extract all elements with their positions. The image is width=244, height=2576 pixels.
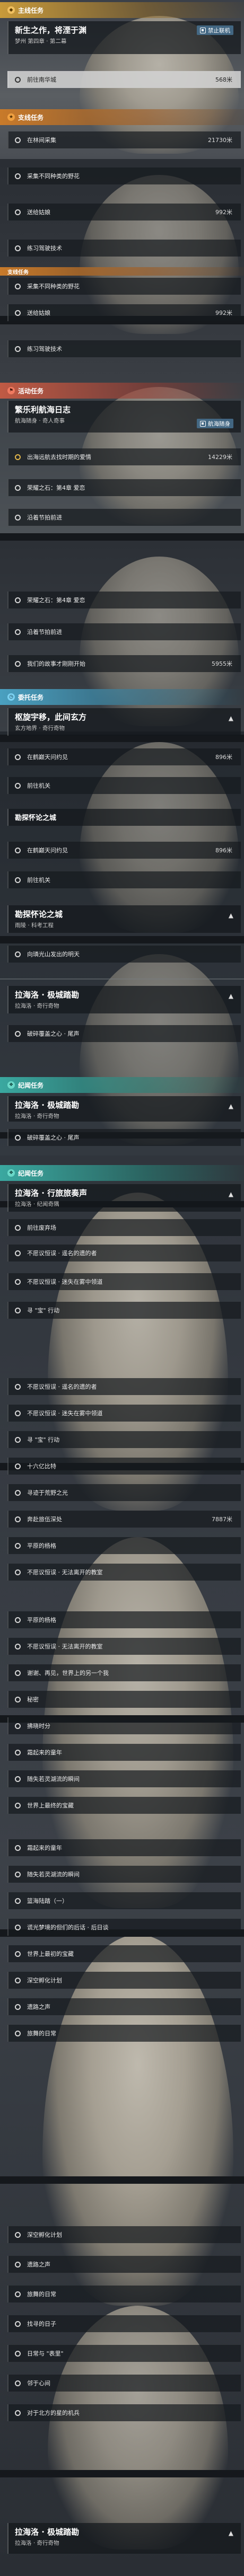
category-title-side: 支线任务 bbox=[18, 113, 44, 121]
quest-step[interactable]: 秘密 bbox=[7, 1691, 241, 1708]
category-header-legend[interactable]: ❖ 纪闻任务 bbox=[0, 1077, 244, 1093]
quest-header-city[interactable]: 勘探怀论之城 雨陵 · 科考工程 ▲ bbox=[7, 905, 241, 933]
chevron-up-icon[interactable]: ▲ bbox=[229, 992, 233, 1000]
voyage-badge: 航海随身 bbox=[197, 419, 233, 428]
quest-step[interactable]: 拂晓时分 bbox=[7, 1717, 241, 1734]
quest-step[interactable]: 采集不同种类的野花 bbox=[7, 278, 241, 295]
quest-step[interactable]: 世界上最初的宝藏 bbox=[7, 1945, 241, 1962]
book-icon: ❖ bbox=[7, 1081, 15, 1089]
quest-step[interactable]: 在林间采集 21730米 bbox=[7, 131, 241, 148]
quest-step[interactable]: 霜起来的童年 bbox=[7, 1839, 241, 1856]
category-header-event[interactable]: ⚑ 活动任务 bbox=[0, 383, 244, 399]
quest-step[interactable]: 寻迹于荒野之光 bbox=[7, 1484, 241, 1501]
quest-step[interactable]: 不愿议恒误 · 遥名的遗的者 bbox=[7, 1378, 241, 1395]
quest-step[interactable]: 奔赴旅伍深处 7887米 bbox=[7, 1511, 241, 1528]
quest-step[interactable]: 采集不同种类的野花 bbox=[7, 167, 241, 184]
quest-step[interactable]: 不愿议恒误 · 无法离开的教室 bbox=[7, 1638, 241, 1655]
quest-step[interactable]: 荣耀之石：第4章 爱恋 bbox=[7, 479, 241, 496]
quest-step[interactable]: 练习驾驶技术 bbox=[7, 340, 241, 357]
quest-step[interactable]: 旅舞的日常 bbox=[7, 2286, 241, 2302]
step-distance: 568米 bbox=[215, 76, 232, 83]
quest-step[interactable]: 寻 "宝" 行动 bbox=[7, 1302, 241, 1319]
quest-step[interactable]: 深空孵化计划 bbox=[7, 1972, 241, 1989]
quest-step[interactable]: 沿着节拍前进 bbox=[7, 623, 241, 640]
book-icon: ❖ bbox=[7, 1169, 15, 1177]
quest-step-selected[interactable]: 前往南华城 568米 bbox=[7, 71, 241, 88]
chevron-up-icon[interactable]: ▲ bbox=[229, 1190, 233, 1198]
quest-step[interactable]: 不愿议恒误 · 无法离开的教室 bbox=[7, 1564, 241, 1581]
quest-step[interactable]: 寻 "宝" 行动 bbox=[7, 1431, 241, 1448]
quest-step[interactable]: 向璘光山发出的明天 bbox=[7, 946, 241, 963]
divider bbox=[0, 978, 244, 980]
category-header-main[interactable]: ◆ 主线任务 bbox=[0, 2, 244, 18]
ship-icon bbox=[200, 420, 206, 427]
quest-step[interactable]: 在鹤巅天问约见 896米 bbox=[7, 748, 241, 765]
clock-icon: ◷ bbox=[7, 693, 15, 701]
quest-header-main[interactable]: 新生之作，将湮于渊 梦州 第四章 · 第二幕 禁止联机 bbox=[7, 21, 241, 54]
quest-step[interactable]: 遗路之声 bbox=[7, 1998, 241, 2015]
category-header-legend-2[interactable]: ❖ 纪闻任务 bbox=[0, 1165, 244, 1181]
diamond-icon: ◆ bbox=[7, 6, 15, 14]
quest-step[interactable]: 对于北方的星的机兵 bbox=[7, 2404, 241, 2421]
quest-step[interactable]: 前往机关 bbox=[7, 871, 241, 888]
flag-icon: ⚑ bbox=[7, 387, 15, 394]
quest-step[interactable]: 送给姑娘 992米 bbox=[7, 304, 241, 321]
quest-step[interactable]: 谎光梦境的但们的后话 · 后日谈 bbox=[7, 1919, 241, 1936]
quest-step[interactable]: 前往机关 bbox=[7, 777, 241, 794]
quest-step[interactable]: 在鹤巅天问约见 896米 bbox=[7, 842, 241, 859]
quest-subtitle: 梦州 第四章 · 第二幕 bbox=[15, 38, 67, 45]
quest-step[interactable]: 不愿议恒误 · 迷失在雾中领道 bbox=[7, 1273, 241, 1290]
quest-step[interactable]: 平原的杨格 bbox=[7, 1537, 241, 1554]
category-title-main: 主线任务 bbox=[18, 6, 44, 14]
quest-step[interactable]: 破碎覆盖之心 · 尾声 bbox=[7, 1129, 241, 1146]
lock-icon bbox=[200, 27, 206, 33]
quest-header-explore[interactable]: 勘探怀论之城 bbox=[7, 809, 241, 826]
category-header-daily[interactable]: ◷ 委托任务 bbox=[0, 689, 244, 705]
quest-header-lahailuo-3[interactable]: 拉海洛 · 极城踏勘 拉海洛 · 奇行奇物 ▲ bbox=[7, 2523, 241, 2554]
category-title-daily: 委托任务 bbox=[18, 693, 44, 701]
quest-step[interactable]: 随失若灵湖流的瞬间 bbox=[7, 1866, 241, 1883]
quest-step[interactable]: 世界上最终的宝藏 bbox=[7, 1797, 241, 1814]
quest-step[interactable]: 遗路之声 bbox=[7, 2256, 241, 2273]
quest-step[interactable]: 不愿议恒误 · 迷失在雾中领道 bbox=[7, 1405, 241, 1422]
quest-header-journey[interactable]: 拉海洛 · 行旅旅奏声 拉海洛 · 纪闻奇隅 ▲ bbox=[7, 1184, 241, 1212]
quest-step[interactable]: 沿着节拍前进 bbox=[7, 509, 241, 526]
quest-step[interactable]: 练习驾驶技术 bbox=[7, 240, 241, 257]
quest-step[interactable]: 深空孵化计划 bbox=[7, 2226, 241, 2243]
chevron-up-icon[interactable]: ▲ bbox=[229, 714, 233, 722]
quest-step[interactable]: 我们的故事才刚刚开始 5955米 bbox=[7, 655, 241, 672]
chevron-up-icon[interactable]: ▲ bbox=[229, 1102, 233, 1110]
quest-step[interactable]: 不愿议恒误 · 遥名的遗的者 bbox=[7, 1245, 241, 1261]
chevron-up-icon[interactable]: ▲ bbox=[229, 912, 233, 919]
quest-step[interactable]: 日常与 "表里" bbox=[7, 2345, 241, 2362]
quest-step[interactable]: 出海远航去找时期的爱情 14229米 bbox=[7, 448, 241, 465]
quest-step[interactable]: 谢谢、再见，世界上的另一个我 bbox=[7, 1664, 241, 1681]
category-header-side[interactable]: ★ 支线任务 bbox=[0, 109, 244, 125]
quest-step[interactable]: 篮海陆踏（一） bbox=[7, 1892, 241, 1909]
quest-step[interactable]: 荣耀之石：第4章 爱恋 bbox=[7, 592, 241, 608]
quest-step[interactable]: 十六亿比特 bbox=[7, 1458, 241, 1475]
quest-step[interactable]: 随失若灵湖流的瞬间 bbox=[7, 1770, 241, 1787]
no-coop-badge: 禁止联机 bbox=[197, 25, 233, 35]
quest-step[interactable]: 找寻的日子 bbox=[7, 2315, 241, 2332]
quest-step[interactable]: 送给姑娘 992米 bbox=[7, 204, 241, 220]
quest-step[interactable]: 破碎覆盖之心 · 尾声 bbox=[7, 1025, 241, 1042]
quest-header-lahailuo[interactable]: 拉海洛 · 极城踏勘 拉海洛 · 奇行奇物 ▲ bbox=[7, 986, 241, 1013]
quest-step[interactable]: 旅舞的日常 bbox=[7, 2025, 241, 2042]
quest-header-lahailuo-2[interactable]: 拉海洛 · 极城踏勘 拉海洛 · 奇行奇物 ▲ bbox=[7, 1096, 241, 1122]
quest-step[interactable]: 前往废弃场 bbox=[7, 1219, 241, 1236]
quest-step[interactable]: 霜起来的童年 bbox=[7, 1744, 241, 1761]
quest-step[interactable]: 平原的杨格 bbox=[7, 1611, 241, 1628]
chevron-up-icon[interactable]: ▲ bbox=[229, 2529, 233, 2537]
star-icon: ★ bbox=[7, 113, 15, 121]
quest-header-daily[interactable]: 枢旋宇移，此间玄方 玄方地界 · 奇行奇物 ▲ bbox=[7, 708, 241, 736]
quest-header-event[interactable]: 繁乐利航海日志 航海随身 · 奇人奇事 航海随身 bbox=[7, 401, 241, 433]
category-title-event: 活动任务 bbox=[18, 387, 44, 395]
category-header-side-repeat[interactable]: 支线任务 bbox=[0, 267, 244, 276]
step-label: 前往南华城 bbox=[27, 76, 56, 83]
quest-step[interactable]: 邻于心间 bbox=[7, 2375, 241, 2392]
target-icon bbox=[15, 76, 21, 83]
